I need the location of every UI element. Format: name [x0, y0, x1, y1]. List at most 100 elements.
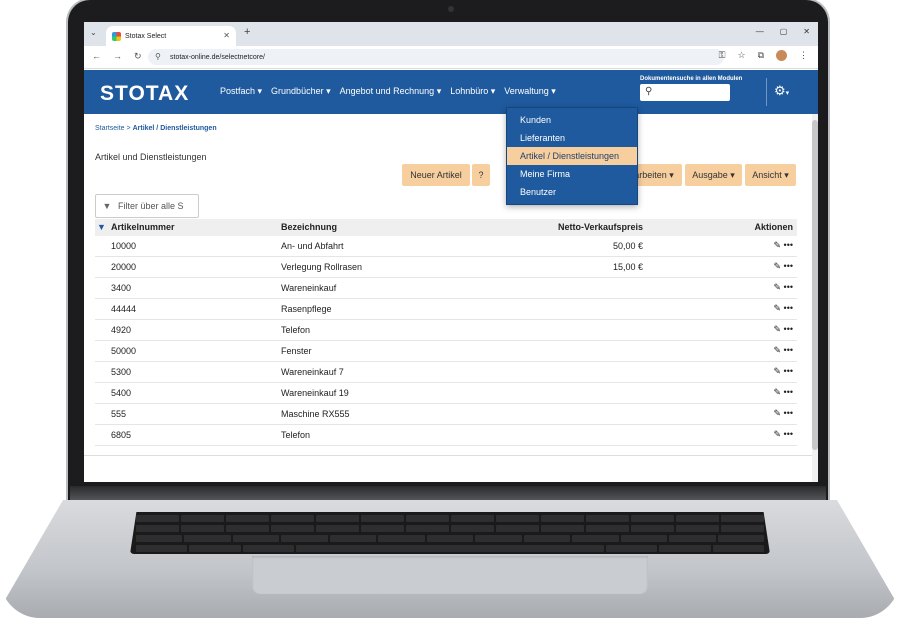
table-row[interactable]: 555 Maschine RX555 ✎ ••• [95, 404, 797, 425]
header-artikelnummer[interactable]: Artikelnummer [111, 222, 175, 232]
row-actions: ✎ ••• [773, 240, 793, 251]
help-button[interactable]: ? [472, 164, 490, 186]
settings-menu[interactable]: ⚙▾ [774, 83, 789, 99]
cell-bezeichnung: Telefon [281, 430, 311, 440]
row-actions: ✎ ••• [773, 387, 793, 398]
breadcrumb-home[interactable]: Startseite [95, 125, 125, 132]
output-menu-button[interactable]: Ausgabe ▾ [685, 164, 742, 186]
more-icon[interactable]: ••• [784, 366, 793, 376]
menu-postfach[interactable]: Postfach ▾ [220, 86, 262, 97]
cell-bezeichnung: Fenster [281, 346, 312, 356]
minimize-icon[interactable]: — [756, 27, 764, 36]
touchpad [252, 556, 648, 594]
menu-angebot-rechnung[interactable]: Angebot und Rechnung ▾ [340, 86, 442, 97]
edit-icon[interactable]: ✎ [773, 345, 781, 355]
edit-icon[interactable]: ✎ [773, 303, 781, 313]
filter-input[interactable]: ▼ Filter über alle S [95, 194, 199, 218]
dropdown-item-kunden[interactable]: Kunden [507, 111, 637, 129]
keyboard [130, 512, 770, 554]
breadcrumb-separator: > [126, 125, 131, 132]
stotax-logo[interactable]: STOTAX [100, 82, 189, 106]
cell-bezeichnung: Wareneinkauf 19 [281, 388, 349, 398]
row-actions: ✎ ••• [773, 408, 793, 419]
cell-artikelnummer: 555 [111, 409, 127, 419]
more-icon[interactable]: ••• [784, 261, 793, 271]
table-row[interactable]: 5400 Wareneinkauf 19 ✎ ••• [95, 383, 797, 404]
tab-close-icon[interactable]: ✕ [223, 31, 230, 40]
table-row[interactable]: 3400 Wareneinkauf ✎ ••• [95, 278, 797, 299]
dropdown-item-lieferanten[interactable]: Lieferanten [507, 129, 637, 147]
cell-bezeichnung: Verlegung Rollrasen [281, 262, 363, 272]
profile-avatar[interactable] [776, 50, 787, 61]
search-icon: ⚲ [645, 86, 653, 97]
table-row[interactable]: 44444 Rasenpflege ✎ ••• [95, 299, 797, 320]
cell-bezeichnung: Telefon [281, 325, 311, 335]
reload-icon[interactable]: ↻ [134, 51, 142, 62]
filter-icon: ▼ [102, 201, 112, 211]
browser-menu-icon[interactable]: ⋮ [799, 50, 808, 61]
menu-verwaltung[interactable]: Verwaltung ▾ [504, 86, 556, 97]
header-netto-verkaufspreis[interactable]: Netto-Verkaufspreis [558, 222, 643, 232]
app-header: STOTAX Postfach ▾ Grundbücher ▾ Angebot … [84, 70, 818, 114]
more-icon[interactable]: ••• [784, 387, 793, 397]
bookmark-star-icon[interactable]: ☆ [737, 50, 745, 61]
new-article-button[interactable]: Neuer Artikel [402, 164, 470, 186]
more-icon[interactable]: ••• [784, 240, 793, 250]
close-window-icon[interactable]: ✕ [803, 27, 810, 36]
column-filter-icon[interactable]: ▼ [97, 222, 106, 232]
extensions-icon[interactable]: ⧉ [758, 50, 764, 61]
edit-icon[interactable]: ✎ [773, 387, 781, 397]
more-icon[interactable]: ••• [784, 282, 793, 292]
edit-icon[interactable]: ✎ [773, 429, 781, 439]
table-row[interactable]: 6805 Telefon ✎ ••• [95, 425, 797, 446]
more-icon[interactable]: ••• [784, 345, 793, 355]
table-row[interactable]: 50000 Fenster ✎ ••• [95, 341, 797, 362]
dropdown-item-meine-firma[interactable]: Meine Firma [507, 165, 637, 183]
site-info-icon[interactable]: ⚲ [155, 52, 161, 61]
view-menu-button[interactable]: Ansicht ▾ [745, 164, 796, 186]
dropdown-item-artikel-dienstleistungen[interactable]: Artikel / Dienstleistungen [507, 147, 637, 165]
password-key-icon[interactable]: ⚿ [719, 50, 726, 61]
edit-icon[interactable]: ✎ [773, 324, 781, 334]
cell-artikelnummer: 5300 [111, 367, 132, 377]
cell-artikelnummer: 44444 [111, 304, 137, 314]
document-search-input[interactable]: ⚲ [640, 84, 730, 101]
table-row[interactable]: 4920 Telefon ✎ ••• [95, 320, 797, 341]
cell-netto-verkaufspreis: 15,00 € [612, 262, 643, 272]
header-divider [766, 78, 767, 106]
cell-bezeichnung: Wareneinkauf 7 [281, 367, 344, 377]
dropdown-item-benutzer[interactable]: Benutzer [507, 183, 637, 201]
url-field[interactable]: ⚲ stotax-online.de/selectnetcore/ [148, 49, 724, 65]
row-actions: ✎ ••• [773, 303, 793, 314]
cell-bezeichnung: Rasenpflege [281, 304, 332, 314]
more-icon[interactable]: ••• [784, 429, 793, 439]
edit-icon[interactable]: ✎ [773, 366, 781, 376]
new-tab-button[interactable]: + [244, 26, 250, 38]
back-icon[interactable]: ← [92, 51, 101, 62]
cell-artikelnummer: 3400 [111, 283, 132, 293]
table-row[interactable]: 10000 An- und Abfahrt 50,00 € ✎ ••• [95, 236, 797, 257]
scrollbar-thumb[interactable] [812, 120, 818, 450]
table-row[interactable]: 20000 Verlegung Rollrasen 15,00 € ✎ ••• [95, 257, 797, 278]
tab-search-dropdown-icon[interactable]: ⌄ [90, 28, 97, 37]
content-bottom-border [84, 455, 818, 456]
browser-tab[interactable]: Stotax Select ✕ [106, 26, 236, 46]
maximize-icon[interactable]: ▢ [780, 27, 788, 36]
address-bar-row: ← → ↻ ⚲ stotax-online.de/selectnetcore/ … [84, 46, 818, 69]
header-bezeichnung[interactable]: Bezeichnung [281, 222, 337, 232]
more-icon[interactable]: ••• [784, 324, 793, 334]
edit-icon[interactable]: ✎ [773, 261, 781, 271]
breadcrumb: Startseite > Artikel / Dienstleistungen [95, 125, 217, 132]
more-icon[interactable]: ••• [784, 303, 793, 313]
more-icon[interactable]: ••• [784, 408, 793, 418]
edit-icon[interactable]: ✎ [773, 408, 781, 418]
header-aktionen: Aktionen [754, 222, 793, 232]
row-actions: ✎ ••• [773, 282, 793, 293]
edit-icon[interactable]: ✎ [773, 240, 781, 250]
menu-grundbuecher[interactable]: Grundbücher ▾ [271, 86, 331, 97]
table-row[interactable]: 5300 Wareneinkauf 7 ✎ ••• [95, 362, 797, 383]
cell-bezeichnung: Maschine RX555 [281, 409, 350, 419]
menu-lohnbuero[interactable]: Lohnbüro ▾ [450, 86, 495, 97]
edit-icon[interactable]: ✎ [773, 282, 781, 292]
forward-icon[interactable]: → [113, 51, 122, 62]
